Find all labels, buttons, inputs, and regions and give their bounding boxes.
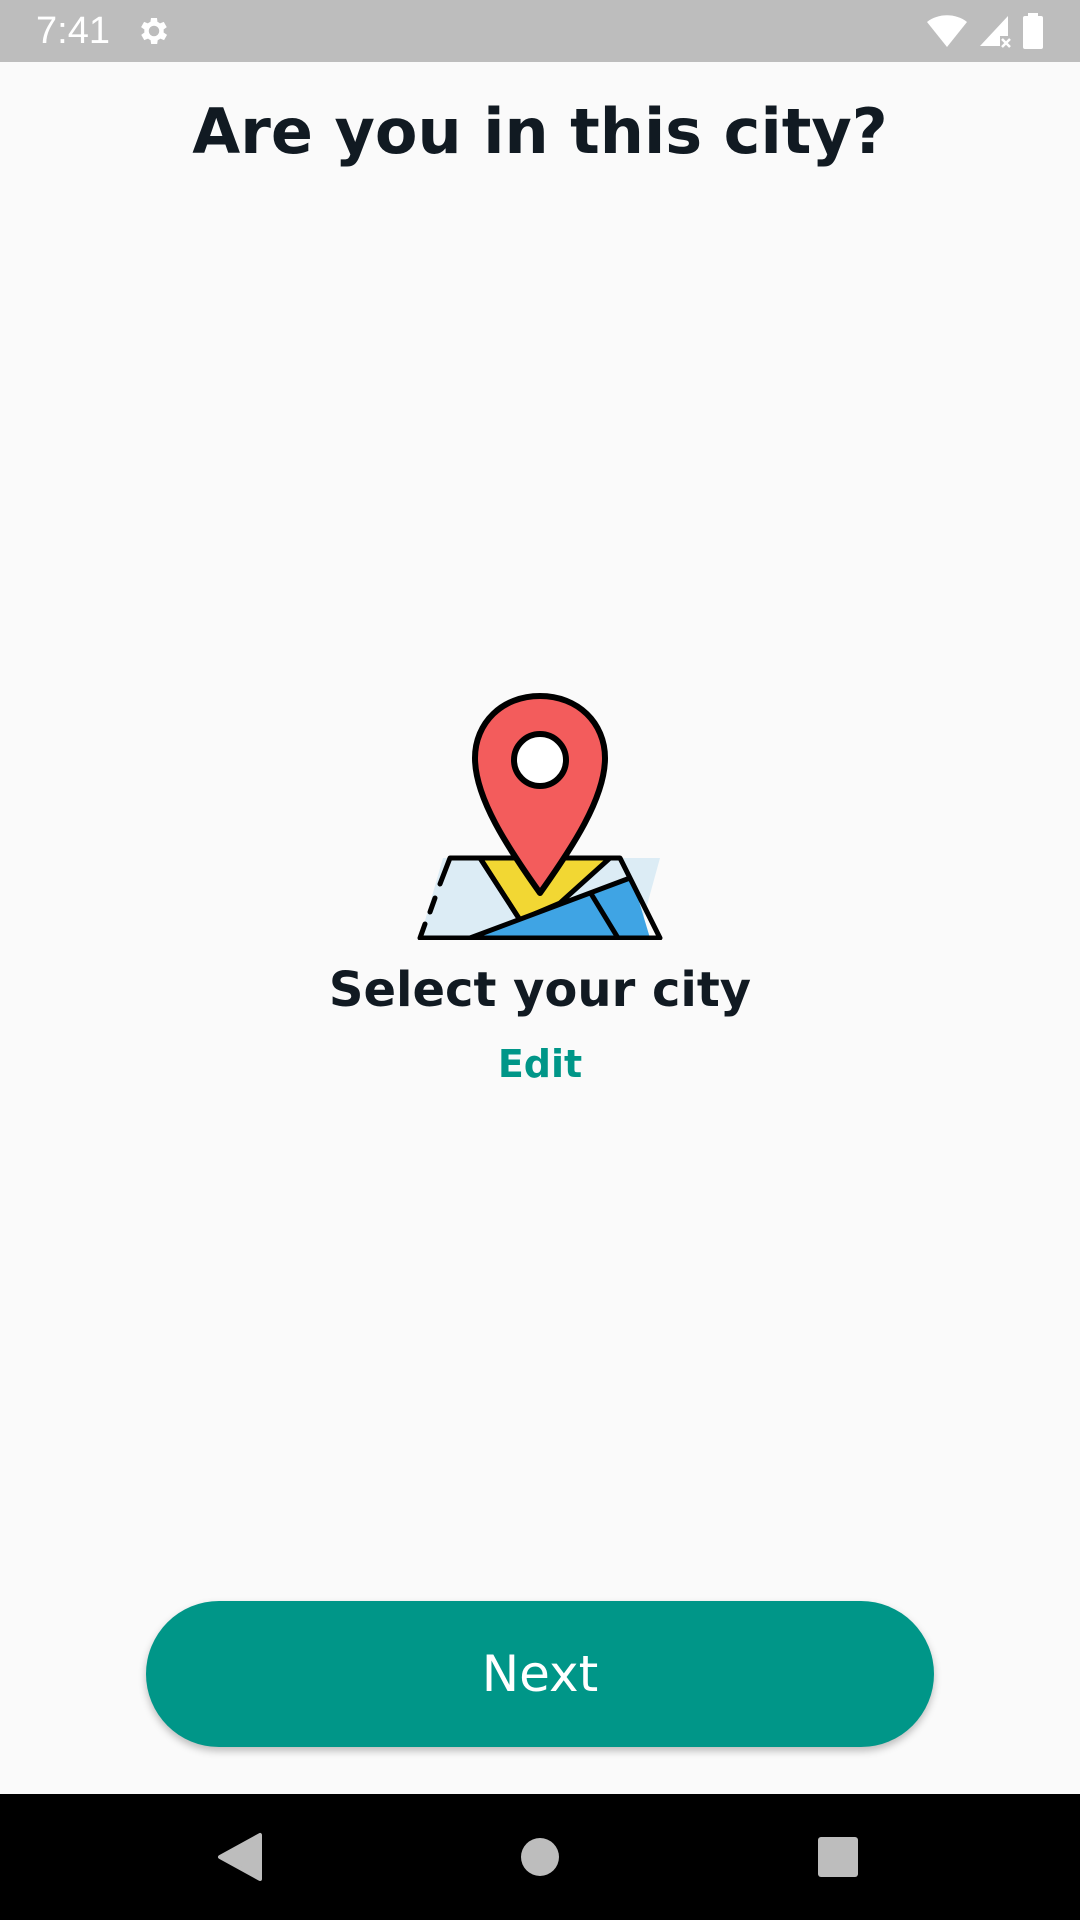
back-button[interactable] [205,1822,275,1892]
status-bar: 7:41 [0,0,1080,62]
navigation-bar [0,1794,1080,1920]
status-time: 7:41 [36,10,110,52]
battery-icon [1023,13,1043,49]
home-icon [521,1838,559,1876]
back-icon [218,1833,262,1881]
home-button[interactable] [505,1822,575,1892]
recents-icon [818,1837,858,1877]
recents-button[interactable] [803,1822,873,1892]
edit-city-link[interactable]: Edit [0,1042,1080,1086]
wifi-icon [927,15,967,47]
next-button[interactable]: Next [146,1601,934,1747]
city-name: Select your city [328,962,752,1018]
map-pin-icon [417,693,663,940]
gear-icon [141,17,168,45]
status-icons [926,12,1044,50]
page-title: Are you in this city? [192,95,888,168]
signal-icon [980,16,1011,48]
city-confirm-screen: 7:41 Are you in this city? Select your c… [0,0,1080,1920]
